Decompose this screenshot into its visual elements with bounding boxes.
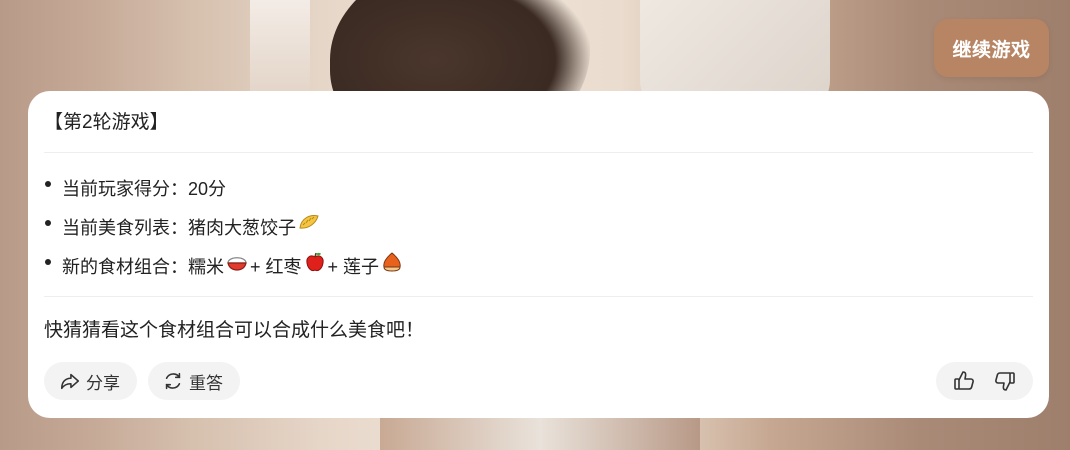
food-list-label: 当前美食列表： bbox=[62, 217, 188, 238]
share-button[interactable]: 分享 bbox=[44, 362, 137, 400]
chestnut-emoji-icon bbox=[380, 250, 404, 284]
food-list-value: 猪肉大葱饺子 bbox=[188, 217, 296, 238]
continue-game-button[interactable]: 继续游戏 bbox=[934, 19, 1049, 77]
score-label: 当前玩家得分： bbox=[62, 178, 188, 199]
retry-button[interactable]: 重答 bbox=[148, 362, 240, 400]
thumbs-up-icon[interactable] bbox=[952, 369, 976, 393]
ingredient-2-text: + 红枣 bbox=[250, 256, 302, 277]
refresh-icon bbox=[162, 370, 184, 392]
retry-label: 重答 bbox=[189, 373, 223, 393]
message-card: 【第2轮游戏】 当前玩家得分： 20分 当前美食列表： 猪肉大葱饺子 新的食材组… bbox=[28, 91, 1049, 418]
share-icon bbox=[59, 370, 81, 392]
divider bbox=[44, 152, 1033, 153]
score-value: 20分 bbox=[188, 178, 227, 199]
dumpling-emoji-icon bbox=[297, 211, 321, 245]
round-title: 【第2轮游戏】 bbox=[44, 112, 169, 133]
background-window bbox=[250, 0, 310, 100]
share-label: 分享 bbox=[86, 373, 120, 393]
red-apple-emoji-icon bbox=[303, 250, 327, 284]
thumbs-down-icon[interactable] bbox=[993, 369, 1017, 393]
rice-emoji-icon bbox=[225, 250, 249, 284]
list-item-food-list: 当前美食列表： 猪肉大葱饺子 bbox=[44, 208, 405, 247]
game-status-list: 当前玩家得分： 20分 当前美食列表： 猪肉大葱饺子 新的食材组合： 糯米 + … bbox=[44, 169, 405, 286]
ingredient-3-text: + 莲子 bbox=[327, 256, 380, 277]
ingredients-label: 新的食材组合： bbox=[62, 256, 188, 277]
list-item-ingredients: 新的食材组合： 糯米 + 红枣 + 莲子 bbox=[44, 247, 405, 286]
ingredient-1-text: 糯米 bbox=[188, 256, 224, 277]
prompt-message: 快猜猜看这个食材组合可以合成什么美食吧！ bbox=[44, 320, 425, 341]
list-item-score: 当前玩家得分： 20分 bbox=[44, 169, 405, 208]
divider bbox=[44, 296, 1033, 297]
feedback-group bbox=[936, 362, 1033, 400]
